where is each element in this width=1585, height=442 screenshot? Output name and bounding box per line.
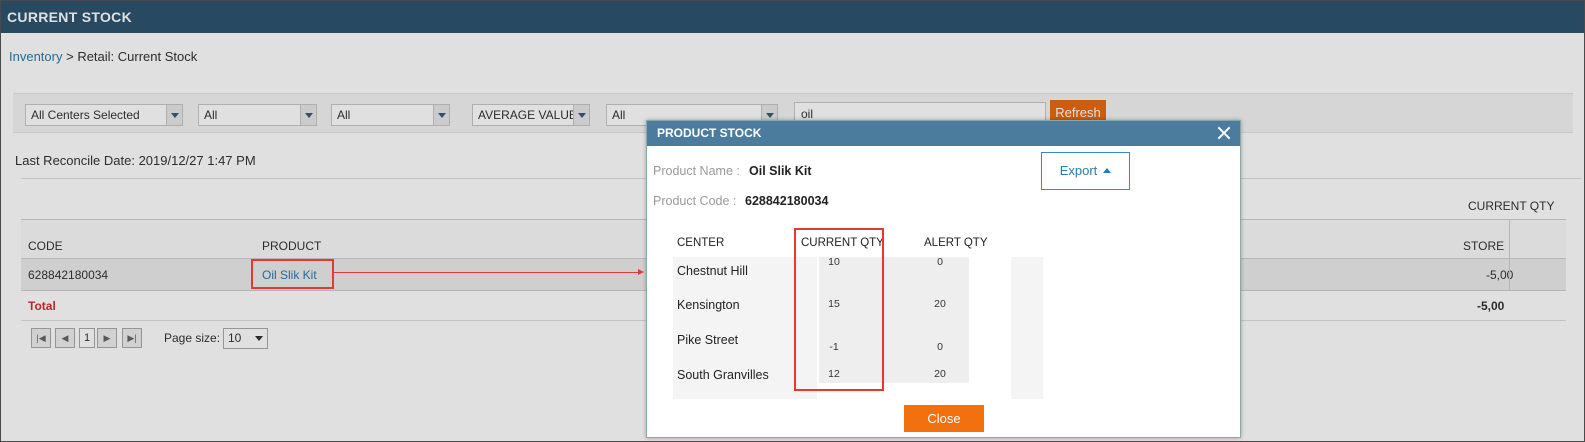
product-stock-modal: PRODUCT STOCK Product Name : Oil Slik Ki… [646,120,1241,438]
column-header-alert-qty: ALERT QTY [924,237,988,249]
stock-row-center: Chestnut Hill [677,264,748,278]
stock-table-bg [1011,257,1043,399]
highlight-box-current-qty [794,228,884,391]
caret-up-icon [1103,168,1112,173]
stock-row-center: Pike Street [677,333,739,347]
highlight-box-product [251,259,334,289]
product-code-label: Product Code : [653,194,737,208]
annotation-arrow [334,272,642,273]
export-label: Export [1059,163,1098,178]
stock-row-alert-qty: 0 [937,256,943,268]
modal-title: PRODUCT STOCK [647,121,1240,146]
stock-row-alert-qty: 0 [937,341,943,353]
close-button[interactable]: Close [904,405,984,432]
stock-row-alert-qty: 20 [934,368,946,380]
stock-row-alert-qty: 20 [934,298,946,310]
annotation-arrow-head [638,269,644,275]
stock-row-center: Kensington [677,298,740,312]
product-code-value: 628842180034 [745,194,829,208]
product-name-label: Product Name : [653,164,740,178]
product-name-value: Oil Slik Kit [749,164,812,178]
export-button[interactable]: Export [1041,152,1130,190]
stock-row-center: South Granvilles [677,368,769,382]
column-header-center: CENTER [677,237,725,249]
close-icon[interactable] [1216,125,1232,141]
